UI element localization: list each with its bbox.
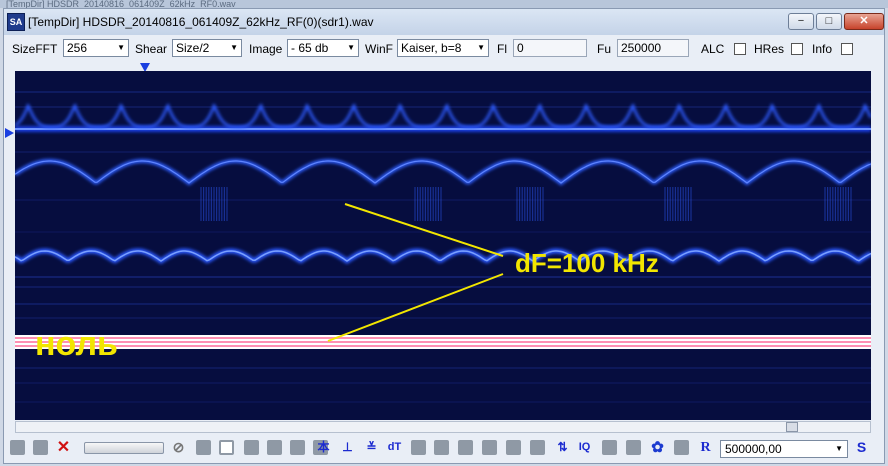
tool-button[interactable] xyxy=(458,440,473,455)
sizefft-select[interactable]: 256 ▼ xyxy=(63,39,129,57)
shear-select[interactable]: Size/2 ▼ xyxy=(172,39,242,57)
tool-button[interactable] xyxy=(196,440,211,455)
title-bar[interactable]: SA [TempDir] HDSDR_20140816_061409Z_62kH… xyxy=(4,9,884,35)
delete-icon[interactable]: ✕ xyxy=(56,440,71,456)
tool-button[interactable] xyxy=(602,440,617,455)
chevron-down-icon: ▼ xyxy=(230,43,238,52)
tool-button[interactable] xyxy=(267,440,282,455)
carrier-line-core xyxy=(15,128,871,130)
minimize-icon: − xyxy=(797,15,805,27)
app-icon: SA xyxy=(7,13,25,31)
zero-line-pink-top xyxy=(15,337,871,339)
df-label: dF=100 kHz xyxy=(515,248,659,278)
tool-button[interactable] xyxy=(411,440,426,455)
dt-button[interactable]: dT xyxy=(387,440,402,455)
chevron-down-icon: ▼ xyxy=(117,43,125,52)
horizontal-scrollbar[interactable] xyxy=(15,421,871,433)
r-button[interactable]: R xyxy=(698,440,713,455)
sizefft-label: SizeFFT xyxy=(12,42,58,56)
split-icon[interactable]: 本 xyxy=(316,440,331,455)
zero-line-pink-bottom xyxy=(15,345,871,347)
tool-button[interactable] xyxy=(244,440,259,455)
noise-line xyxy=(15,286,871,288)
noise-line xyxy=(15,231,871,233)
noise-line xyxy=(15,199,871,201)
chevron-down-icon: ▼ xyxy=(835,444,843,453)
window-title: [TempDir] HDSDR_20140816_061409Z_62kHz_R… xyxy=(28,15,374,29)
swap-icon[interactable]: ⇅ xyxy=(555,440,570,455)
tool-button[interactable] xyxy=(626,440,641,455)
chevron-down-icon: ▼ xyxy=(347,43,355,52)
alc-label: ALC xyxy=(701,42,725,56)
chevron-down-icon: ▼ xyxy=(477,43,485,52)
copy-icon[interactable] xyxy=(674,440,689,455)
zero-line-pink-mid xyxy=(15,341,871,343)
scroll-thumb[interactable] xyxy=(786,422,798,432)
fu-field[interactable]: 250000 xyxy=(617,39,689,57)
maximize-button[interactable]: □ xyxy=(816,13,842,30)
fl-label: Fl xyxy=(497,42,507,56)
tool-button[interactable] xyxy=(290,440,305,455)
info-label: Info xyxy=(812,42,833,56)
spectrogram-view[interactable]: dF=100 kHz ноль xyxy=(15,71,871,420)
frequency-select[interactable]: 500000,00 ▼ xyxy=(720,440,848,458)
fu-label: Fu xyxy=(597,42,612,56)
fl-field[interactable]: 0 xyxy=(513,39,587,57)
noise-line xyxy=(15,151,871,153)
spectrum-window: SA [TempDir] HDSDR_20140816_061409Z_62kH… xyxy=(3,8,885,464)
time-marker-icon[interactable] xyxy=(5,128,14,138)
save-all-icon[interactable] xyxy=(33,440,48,455)
hres-checkbox[interactable] xyxy=(791,43,803,55)
image-value: - 65 db xyxy=(291,41,329,55)
toolbar: SizeFFT 256 ▼ Shear Size/2 ▼ Image - 65 db… xyxy=(4,36,884,60)
position-slider[interactable] xyxy=(84,442,164,454)
image-select[interactable]: - 65 db ▼ xyxy=(287,39,359,57)
noise-line xyxy=(15,303,871,305)
noise-line xyxy=(15,317,871,319)
maximize-icon: □ xyxy=(825,15,833,27)
frame-icon[interactable] xyxy=(219,440,234,455)
frequency-value: 500000,00 xyxy=(725,442,782,456)
zero-label: ноль xyxy=(35,325,118,363)
shear-label: Shear xyxy=(135,42,168,56)
settings-icon[interactable]: ✿ xyxy=(650,440,665,455)
tool-button[interactable] xyxy=(530,440,545,455)
minimize-button[interactable]: − xyxy=(788,13,814,30)
align-icon[interactable]: ≚ xyxy=(364,440,379,455)
noise-line xyxy=(15,367,871,369)
shear-value: Size/2 xyxy=(176,41,210,55)
hres-label: HRes xyxy=(754,42,785,56)
save-icon[interactable] xyxy=(10,440,25,455)
winf-label: WinF xyxy=(365,42,393,56)
sizefft-value: 256 xyxy=(67,41,88,55)
noise-line xyxy=(15,382,871,384)
close-icon: ✕ xyxy=(859,15,869,27)
tool-button[interactable] xyxy=(434,440,449,455)
bottom-toolbar: ✕ ⊘ 本 ⊥ ≚ dT ⇅ IQ ✿ R 500000,00 ▼ S xyxy=(4,436,884,462)
merge-icon[interactable]: ⊥ xyxy=(340,440,355,455)
s-button[interactable]: S xyxy=(854,440,869,455)
winf-select[interactable]: Kaiser, b=8 ▼ xyxy=(397,39,489,57)
close-button[interactable]: ✕ xyxy=(844,13,884,30)
tool-button[interactable] xyxy=(506,440,521,455)
noise-line xyxy=(15,106,871,108)
stop-icon[interactable]: ⊘ xyxy=(171,440,186,455)
alc-checkbox[interactable] xyxy=(734,43,746,55)
noise-line xyxy=(15,276,871,278)
background-window-title: [TempDir] HDSDR_20140816_061409Z_62kHz_R… xyxy=(0,0,888,8)
image-label: Image xyxy=(249,42,283,56)
spectrogram-canvas: dF=100 kHz ноль xyxy=(15,71,871,420)
iq-button[interactable]: IQ xyxy=(577,440,592,455)
noise-line xyxy=(15,91,871,93)
info-checkbox[interactable] xyxy=(841,43,853,55)
noise-line xyxy=(15,401,871,403)
tool-button[interactable] xyxy=(482,440,497,455)
winf-value: Kaiser, b=8 xyxy=(401,41,462,55)
